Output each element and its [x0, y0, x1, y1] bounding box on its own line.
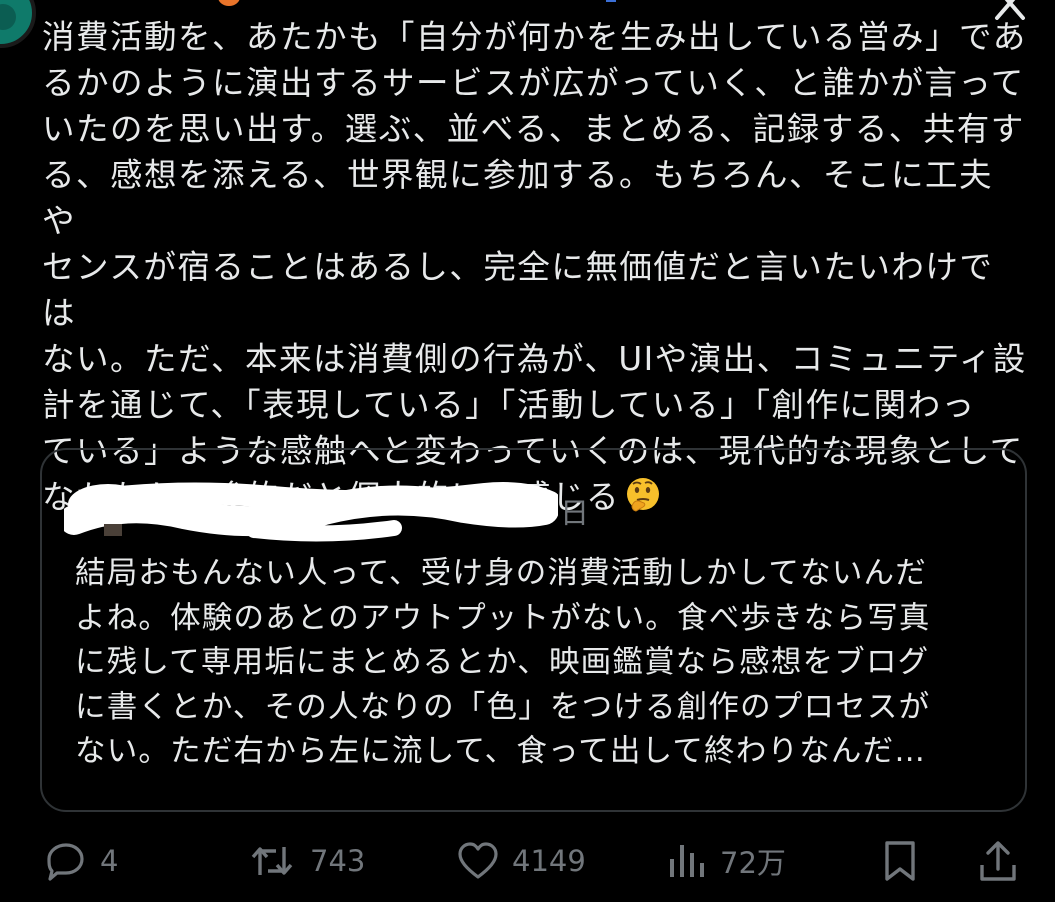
quoted-tweet-card[interactable]: 日 結局おもんない人って、受け身の消費活動しかしてないんだ よね。体験のあとのア… [40, 448, 1027, 812]
tweet-line: ない。ただ、本来は消費側の行為が、UIや演出、コミュニティ設 [42, 340, 1027, 378]
bookmark-button[interactable] [878, 836, 922, 886]
tweet-line: る、感想を添える、世界観に参加する。もちろん、そこに工夫や [42, 156, 994, 240]
heart-icon [458, 842, 498, 879]
tweet-line: いたのを思い出す。選ぶ、並べる、まとめる、記録する、共有す [42, 110, 1025, 148]
quote-line: よね。体験のあとのアウトプットがない。食べ歩きなら写真 [75, 600, 931, 636]
tweet-text: 消費活動を、あたかも「自分が何かを生み出している営み」であ るかのように演出する… [42, 14, 1027, 520]
reply-icon [47, 843, 84, 881]
repost-icon [251, 847, 293, 875]
views-button[interactable]: 72万 [664, 836, 786, 886]
repost-button[interactable]: 743 [246, 836, 365, 886]
repost-count: 743 [310, 844, 366, 878]
tweet-line: 消費活動を、あたかも「自分が何かを生み出している営み」であ [42, 18, 1027, 56]
quote-date: 日 [560, 496, 590, 530]
reply-button[interactable]: 4 [44, 836, 118, 886]
redacted-author-scribble [64, 482, 558, 542]
author-avatar[interactable] [0, 0, 36, 48]
views-icon [670, 845, 704, 877]
tweet-line: 計を通じて、「表現している」「活動している」「創作に関わっ [42, 386, 976, 424]
quote-line: に残して専用垢にまとめるとか、映画鑑賞なら感想をブログ [75, 645, 930, 680]
like-button[interactable]: 4149 [456, 836, 586, 886]
tweet-line: センスが宿ることはあるし、完全に無価値だと言いたいわけでは [42, 248, 994, 332]
quote-line: に書くとか、その人なりの「色」をつける創作のプロセスが [75, 689, 931, 725]
views-count: 72万 [720, 846, 786, 880]
verified-fragment-icon [606, 0, 616, 2]
reply-count: 4 [100, 844, 119, 878]
like-count: 4149 [512, 844, 586, 878]
tweet-action-bar: 4 743 4149 72万 [0, 836, 1055, 886]
badge-icon [218, 0, 240, 6]
share-button[interactable] [976, 836, 1020, 886]
tweet-line: るかのように演出するサービスが広がっていく、と誰かが言って [42, 64, 1025, 102]
bookmark-icon [885, 841, 915, 881]
quote-line: ない。ただ右から左に流して、食って出して終わりなんだ… [75, 734, 927, 769]
quote-line: 結局おもんない人って、受け身の消費活動しかしてないんだ [75, 556, 927, 591]
quote-text: 結局おもんない人って、受け身の消費活動しかしてないんだ よね。体験のあとのアウト… [75, 552, 1005, 775]
share-icon [980, 841, 1016, 881]
